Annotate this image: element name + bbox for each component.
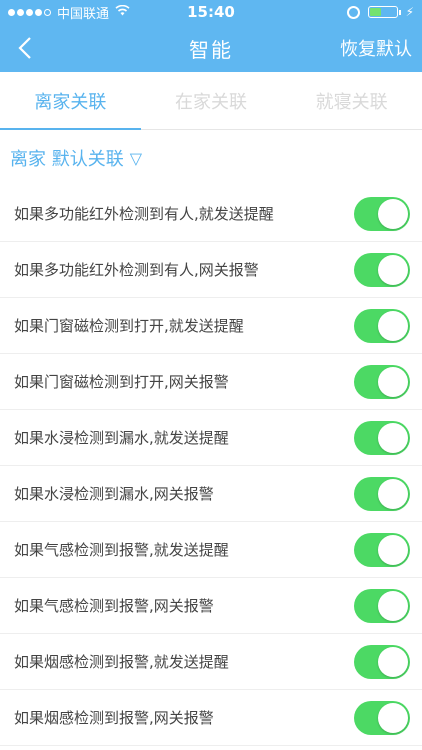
status-time: 15:40	[187, 3, 235, 21]
carrier-name: 中国联通	[57, 6, 110, 22]
caret-down-icon: ▽	[129, 148, 143, 168]
restore-default-button[interactable]: 恢复默认	[340, 35, 412, 61]
tab-home[interactable]: 在家关联	[141, 72, 282, 129]
signal-strength-icon	[8, 8, 51, 16]
rule-toggle[interactable]	[354, 532, 410, 567]
list-item: 如果水浸检测到漏水,就发送提醒	[0, 410, 422, 466]
rule-label: 如果多功能红外检测到有人,网关报警	[14, 261, 259, 279]
rule-label: 如果烟感检测到报警,就发送提醒	[14, 653, 229, 671]
tab-sleep[interactable]: 就寝关联	[281, 72, 422, 129]
tab-bar: 离家关联 在家关联 就寝关联	[0, 72, 422, 130]
rule-toggle[interactable]	[354, 700, 410, 735]
tab-away[interactable]: 离家关联	[0, 72, 141, 130]
rule-toggle[interactable]	[354, 420, 410, 455]
list-item: 如果门窗磁检测到打开,就发送提醒	[0, 298, 422, 354]
status-bar: 中国联通 15:40 ⚡	[0, 0, 422, 24]
rule-toggle[interactable]	[354, 308, 410, 343]
rule-toggle[interactable]	[354, 588, 410, 623]
back-icon[interactable]	[16, 36, 36, 60]
section-title: 离家 默认关联	[10, 149, 124, 170]
nav-bar: 智能 恢复默认	[0, 24, 422, 72]
rule-toggle[interactable]	[354, 476, 410, 511]
battery-icon	[367, 6, 401, 18]
list-item: 如果水浸检测到漏水,网关报警	[0, 466, 422, 522]
list-item: 如果气感检测到报警,就发送提醒	[0, 522, 422, 578]
rule-label: 如果门窗磁检测到打开,就发送提醒	[14, 317, 244, 335]
rule-toggle[interactable]	[354, 644, 410, 679]
charging-icon: ⚡	[405, 5, 414, 19]
app-header: 中国联通 15:40 ⚡ 智能 恢复默认	[0, 0, 422, 72]
list-item: 如果多功能红外检测到有人,就发送提醒	[0, 186, 422, 242]
list-item: 如果门窗磁检测到打开,网关报警	[0, 354, 422, 410]
rule-label: 如果水浸检测到漏水,网关报警	[14, 485, 214, 503]
rule-label: 如果水浸检测到漏水,就发送提醒	[14, 429, 229, 447]
list-item: 如果烟感检测到报警,就发送提醒	[0, 634, 422, 690]
rule-label: 如果烟感检测到报警,网关报警	[14, 709, 214, 727]
rule-label: 如果多功能红外检测到有人,就发送提醒	[14, 205, 274, 223]
page-title: 智能	[189, 37, 233, 62]
list-item: 如果烟感检测到报警,网关报警	[0, 690, 422, 746]
rule-toggle[interactable]	[354, 196, 410, 231]
rule-label: 如果气感检测到报警,就发送提醒	[14, 541, 229, 559]
section-header[interactable]: 离家 默认关联 ▽	[0, 130, 422, 186]
rule-list: 如果多功能红外检测到有人,就发送提醒 如果多功能红外检测到有人,网关报警 如果门…	[0, 186, 422, 746]
wifi-icon	[115, 4, 130, 20]
rotation-lock-icon	[346, 5, 360, 19]
rule-label: 如果气感检测到报警,网关报警	[14, 597, 214, 615]
list-item: 如果多功能红外检测到有人,网关报警	[0, 242, 422, 298]
rule-toggle[interactable]	[354, 252, 410, 287]
rule-label: 如果门窗磁检测到打开,网关报警	[14, 373, 229, 391]
list-item: 如果气感检测到报警,网关报警	[0, 578, 422, 634]
rule-toggle[interactable]	[354, 364, 410, 399]
